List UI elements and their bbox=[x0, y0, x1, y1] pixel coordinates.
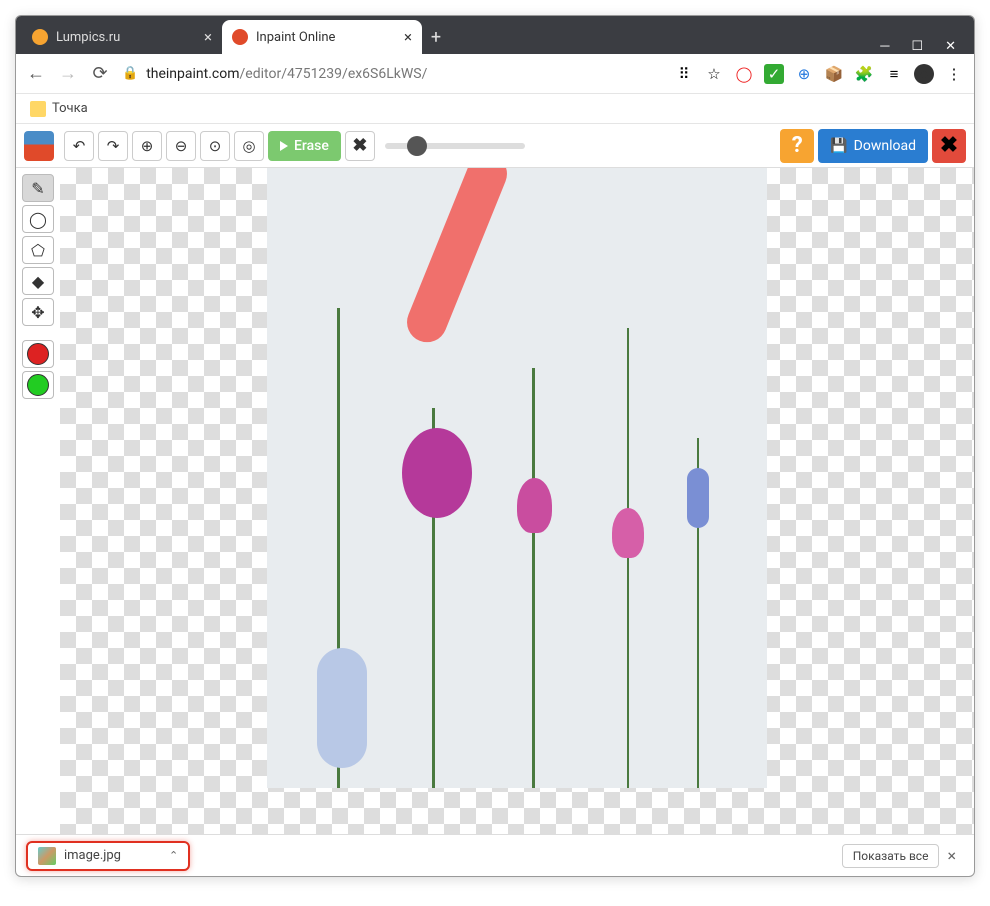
app-logo[interactable] bbox=[24, 131, 54, 161]
tab-title: Lumpics.ru bbox=[56, 30, 120, 45]
file-icon bbox=[38, 847, 56, 865]
close-icon[interactable]: ✕ bbox=[945, 39, 956, 54]
minimize-icon[interactable]: ─ bbox=[880, 38, 889, 54]
download-item[interactable]: image.jpg ⌃ bbox=[26, 841, 190, 871]
flower bbox=[687, 468, 709, 528]
slider-thumb[interactable] bbox=[407, 136, 427, 156]
new-tab-button[interactable]: + bbox=[422, 20, 450, 54]
close-shelf-button[interactable]: × bbox=[947, 846, 956, 865]
close-icon[interactable]: × bbox=[204, 28, 212, 46]
url-path: /editor/4751239/ex6S6LkWS/ bbox=[240, 66, 428, 82]
cube-icon[interactable]: 📦 bbox=[824, 64, 844, 84]
lock-icon: 🔒 bbox=[122, 66, 138, 81]
tab-title: Inpaint Online bbox=[256, 30, 335, 45]
mask-stroke bbox=[401, 168, 513, 348]
back-button[interactable]: ← bbox=[26, 63, 46, 84]
titlebar: Lumpics.ru × Inpaint Online × + ─ ☐ ✕ bbox=[16, 16, 974, 54]
erase-label: Erase bbox=[294, 138, 329, 154]
bookmarks-bar: Точка bbox=[16, 94, 974, 124]
canvas-area[interactable] bbox=[60, 168, 974, 834]
play-icon bbox=[280, 141, 288, 151]
maximize-icon[interactable]: ☐ bbox=[911, 39, 923, 54]
close-icon[interactable]: × bbox=[404, 28, 412, 46]
help-button[interactable]: ? bbox=[780, 129, 814, 163]
forward-button[interactable]: → bbox=[58, 63, 78, 84]
redo-button[interactable]: ↷ bbox=[98, 131, 128, 161]
favicon bbox=[32, 29, 48, 45]
download-shelf: image.jpg ⌃ Показать все × bbox=[16, 834, 974, 876]
bookmark-label: Точка bbox=[52, 101, 88, 116]
erase-button[interactable]: Erase bbox=[268, 131, 341, 161]
avatar-icon[interactable]: ● bbox=[914, 64, 934, 84]
download-filename: image.jpg bbox=[64, 848, 121, 863]
polygon-tool[interactable]: ⬠ bbox=[22, 236, 54, 264]
flower bbox=[612, 508, 644, 558]
browser-window: Lumpics.ru × Inpaint Online × + ─ ☐ ✕ ← … bbox=[15, 15, 975, 877]
check-icon[interactable]: ✓ bbox=[764, 64, 784, 84]
undo-button[interactable]: ↶ bbox=[64, 131, 94, 161]
chevron-up-icon[interactable]: ⌃ bbox=[169, 849, 178, 862]
flower bbox=[402, 428, 472, 518]
flower bbox=[517, 478, 552, 533]
flower bbox=[317, 648, 367, 768]
tab-strip: Lumpics.ru × Inpaint Online × + bbox=[16, 20, 862, 54]
photo bbox=[267, 168, 767, 788]
download-label: Download bbox=[854, 138, 916, 154]
zoom-actual-button[interactable]: ◎ bbox=[234, 131, 264, 161]
zoom-in-button[interactable]: ⊕ bbox=[132, 131, 162, 161]
red-color[interactable] bbox=[22, 340, 54, 368]
address-bar: ← → ⟳ 🔒 theinpaint.com/editor/4751239/ex… bbox=[16, 54, 974, 94]
window-controls: ─ ☐ ✕ bbox=[862, 38, 974, 54]
opera-icon[interactable]: ◯ bbox=[734, 64, 754, 84]
tab-lumpics[interactable]: Lumpics.ru × bbox=[22, 20, 222, 54]
brush-size-slider[interactable] bbox=[385, 139, 525, 153]
close-app-button[interactable]: ✖ bbox=[932, 129, 966, 163]
eraser-tool[interactable]: ◆ bbox=[22, 267, 54, 295]
move-tool[interactable]: ✥ bbox=[22, 298, 54, 326]
download-button[interactable]: 💾 Download bbox=[818, 129, 928, 163]
tool-sidebar: ✎ ◯ ⬠ ◆ ✥ bbox=[16, 168, 60, 834]
star-icon[interactable]: ☆ bbox=[704, 64, 724, 84]
zoom-fit-button[interactable]: ⊙ bbox=[200, 131, 230, 161]
menu-icon[interactable]: ⋮ bbox=[944, 64, 964, 84]
folder-icon bbox=[30, 101, 46, 117]
bookmark-item[interactable]: Точка bbox=[30, 101, 88, 117]
reload-button[interactable]: ⟳ bbox=[90, 63, 110, 84]
list-icon[interactable]: ≡ bbox=[884, 64, 904, 84]
plant-stem bbox=[627, 328, 629, 788]
app-toolbar: ↶ ↷ ⊕ ⊖ ⊙ ◎ Erase ✖ ? 💾 Download ✖ bbox=[16, 124, 974, 168]
translate-icon[interactable]: ⠿ bbox=[674, 64, 694, 84]
cancel-button[interactable]: ✖ bbox=[345, 131, 375, 161]
slider-track bbox=[385, 143, 525, 149]
green-color[interactable] bbox=[22, 371, 54, 399]
puzzle-icon[interactable]: 🧩 bbox=[854, 64, 874, 84]
globe-icon[interactable]: ⊕ bbox=[794, 64, 814, 84]
url-domain: theinpaint.com bbox=[146, 66, 239, 82]
lasso-tool[interactable]: ◯ bbox=[22, 205, 54, 233]
workspace: ✎ ◯ ⬠ ◆ ✥ bbox=[16, 168, 974, 834]
zoom-out-button[interactable]: ⊖ bbox=[166, 131, 196, 161]
url-field[interactable]: 🔒 theinpaint.com/editor/4751239/ex6S6LkW… bbox=[122, 66, 662, 82]
favicon bbox=[232, 29, 248, 45]
red-circle-icon bbox=[27, 343, 49, 365]
show-all-button[interactable]: Показать все bbox=[842, 844, 940, 868]
app-content: ↶ ↷ ⊕ ⊖ ⊙ ◎ Erase ✖ ? 💾 Download ✖ ✎ ◯ ⬠ … bbox=[16, 124, 974, 834]
plant-stem bbox=[532, 368, 535, 788]
marker-tool[interactable]: ✎ bbox=[22, 174, 54, 202]
extensions: ⠿ ☆ ◯ ✓ ⊕ 📦 🧩 ≡ ● ⋮ bbox=[674, 64, 964, 84]
green-circle-icon bbox=[27, 374, 49, 396]
save-icon: 💾 bbox=[830, 138, 847, 154]
tab-inpaint[interactable]: Inpaint Online × bbox=[222, 20, 422, 54]
